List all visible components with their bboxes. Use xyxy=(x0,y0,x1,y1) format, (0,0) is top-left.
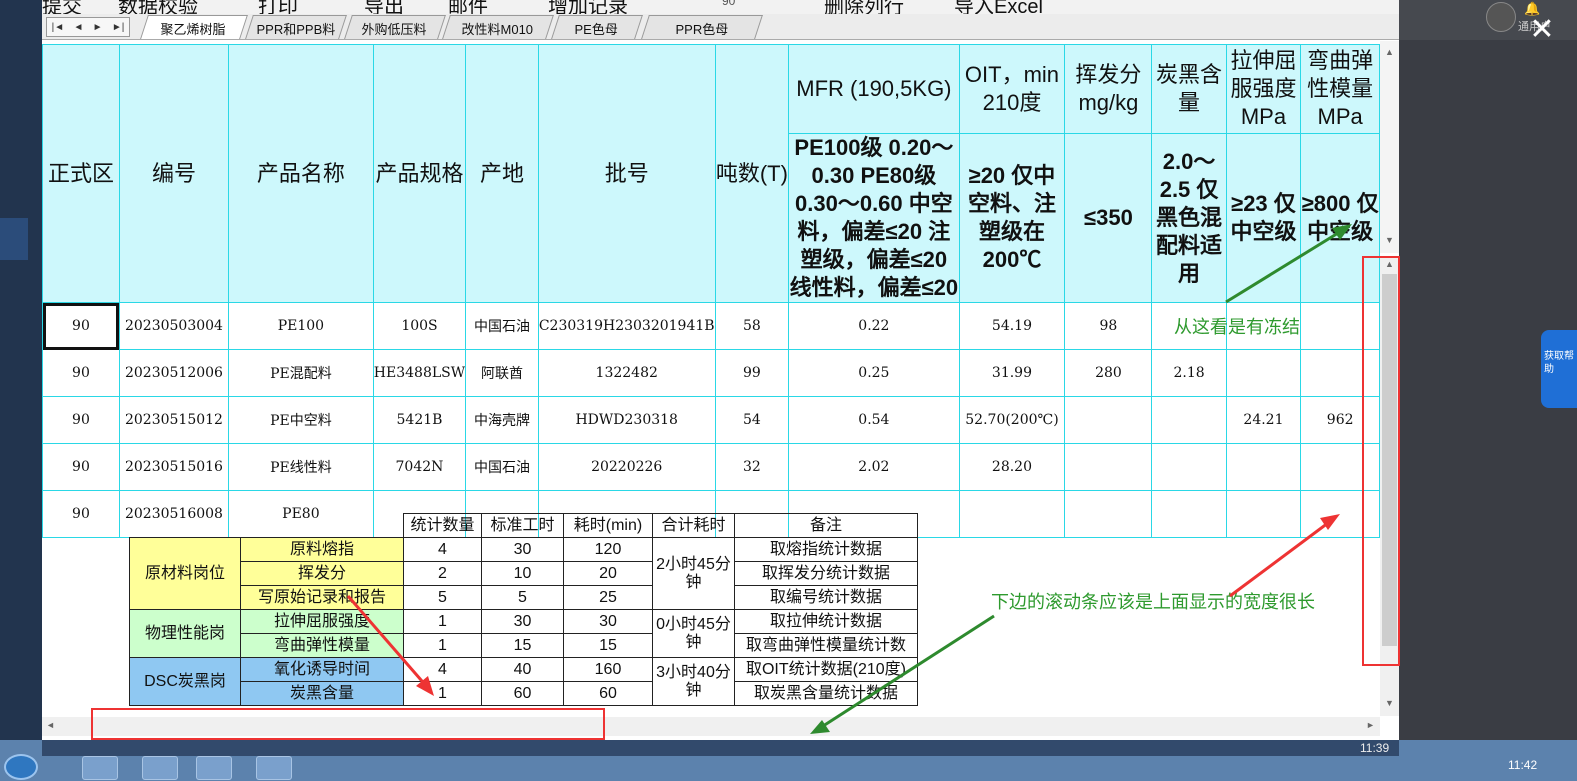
clock: 11:42 xyxy=(1508,758,1538,772)
clock-small: 11:39 xyxy=(1360,741,1390,755)
screen: 🔔 通用户 ✕ 获取帮助 提交 数据校验 打印 导出 邮件 增加记录 90 删除… xyxy=(0,0,1577,781)
taskbar-app-3[interactable] xyxy=(196,756,232,780)
taskbar-app-1[interactable] xyxy=(82,756,118,780)
taskbar-app-4[interactable] xyxy=(256,756,292,780)
taskbar-app-2[interactable] xyxy=(142,756,178,780)
start-button[interactable] xyxy=(4,754,38,780)
annotation-arrows xyxy=(346,224,1352,734)
taskbar: 11:39 11:42 xyxy=(0,740,1577,781)
